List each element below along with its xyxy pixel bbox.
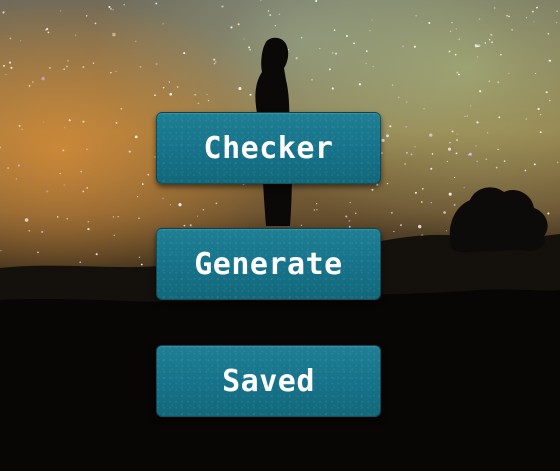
checker-button[interactable]: Checker	[156, 112, 381, 184]
saved-button[interactable]: Saved	[156, 345, 381, 417]
checker-button-label: Checker	[203, 130, 334, 166]
generate-button-label: Generate	[194, 246, 343, 282]
saved-button-label: Saved	[222, 363, 315, 399]
generate-button[interactable]: Generate	[156, 228, 381, 300]
